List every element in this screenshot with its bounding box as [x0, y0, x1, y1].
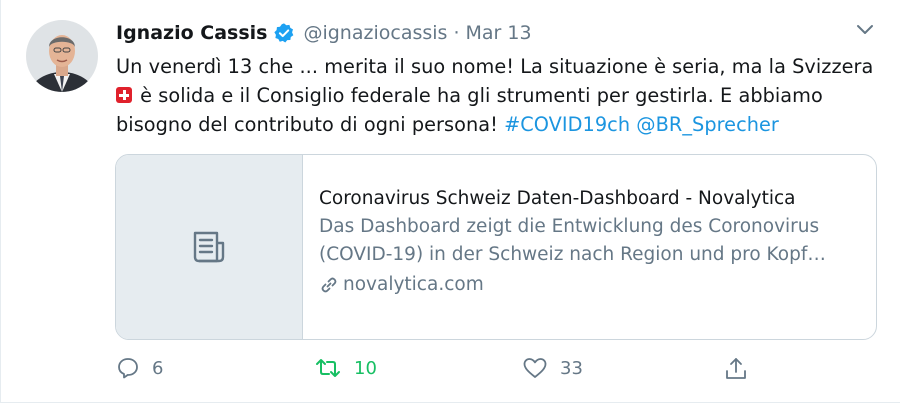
retweet-icon: [316, 359, 340, 377]
card-body: Coronavirus Schweiz Daten-Dashboard - No…: [303, 155, 876, 339]
reply-count: 6: [152, 357, 164, 379]
tweet-header: Ignazio Cassis @ignaziocassis · Mar 13: [116, 18, 532, 48]
card-title: Coronavirus Schweiz Daten-Dashboard - No…: [319, 188, 796, 209]
link-preview-card[interactable]: Coronavirus Schweiz Daten-Dashboard - No…: [115, 154, 877, 340]
retweet-button[interactable]: 10: [314, 356, 377, 380]
document-icon: [193, 231, 225, 263]
tweet-text-part1: Un venerdì 13 che ... merita il suo nome…: [116, 55, 874, 78]
like-button[interactable]: 33: [522, 356, 583, 380]
separator-dot: ·: [453, 22, 460, 44]
tweet-date[interactable]: Mar 13: [465, 22, 531, 44]
card-domain-text: novalytica.com: [343, 274, 484, 295]
action-bar: 6 10 33: [0, 356, 901, 386]
reply-icon: [118, 358, 138, 379]
card-description: Das Dashboard zeigt die Entwicklung des …: [319, 216, 826, 265]
like-count: 33: [560, 357, 583, 379]
link-icon: [321, 277, 337, 293]
card-thumbnail: [116, 155, 303, 339]
retweet-count: 10: [354, 357, 377, 379]
avatar[interactable]: [26, 20, 98, 92]
heart-icon: [523, 358, 547, 378]
mention-link[interactable]: @BR_Sprecher: [636, 113, 779, 136]
swiss-flag-icon: [116, 87, 132, 103]
reply-button[interactable]: 6: [116, 356, 163, 380]
author-handle[interactable]: @ignaziocassis: [303, 22, 447, 44]
hashtag-link[interactable]: #COVID19ch: [504, 113, 630, 136]
share-button[interactable]: [723, 356, 749, 382]
card-domain: novalytica.com: [319, 271, 876, 299]
author-name[interactable]: Ignazio Cassis: [116, 22, 267, 44]
verified-badge-icon: [273, 22, 295, 44]
tweet-text: Un venerdì 13 che ... merita il suo nome…: [116, 52, 876, 139]
more-options-chevron-down-icon[interactable]: [852, 20, 878, 40]
share-icon: [726, 358, 746, 379]
